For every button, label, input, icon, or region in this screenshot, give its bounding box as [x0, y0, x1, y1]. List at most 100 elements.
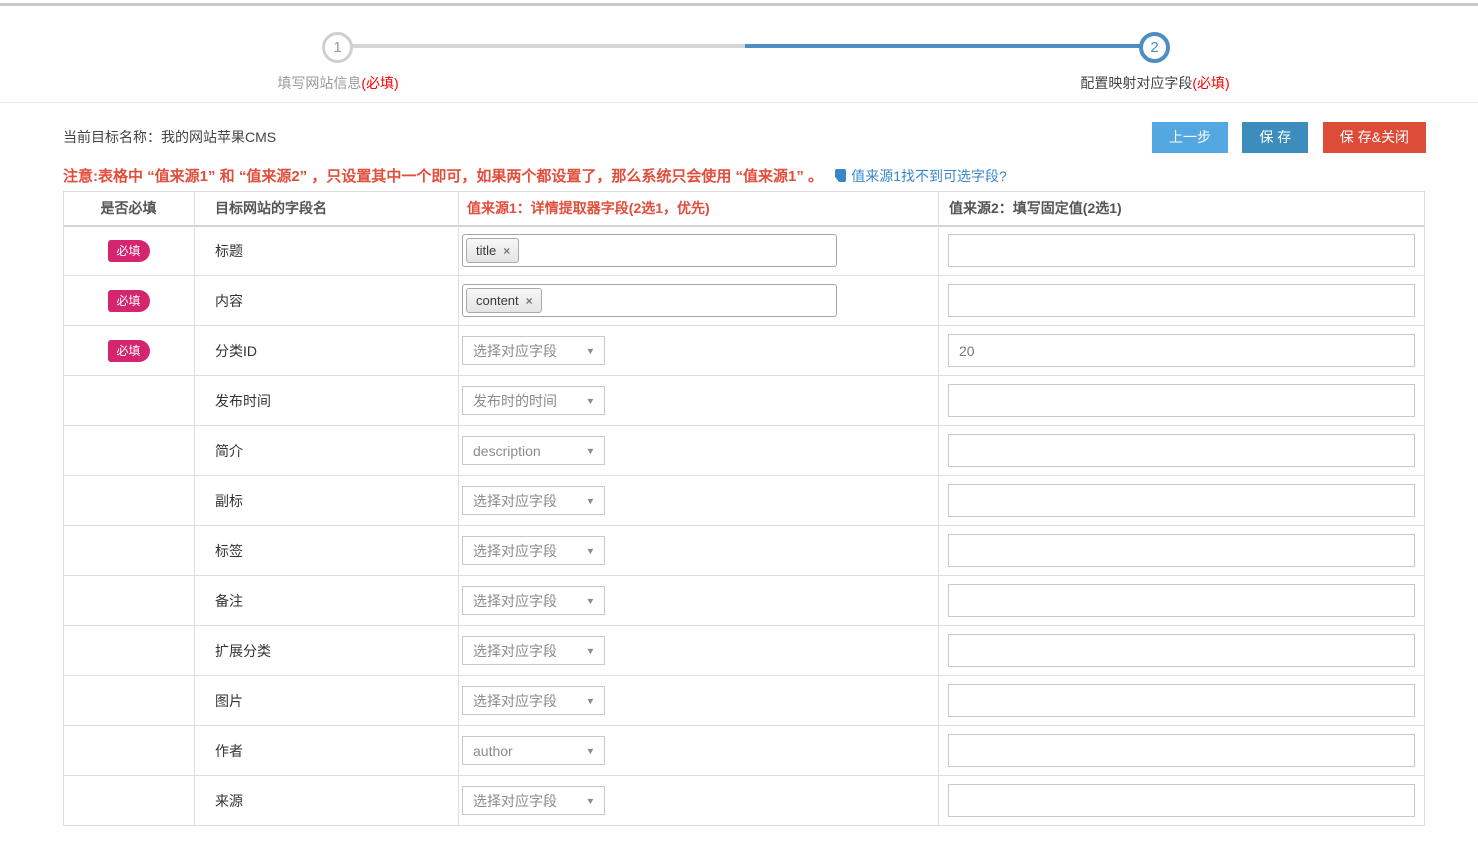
source1-select-value: 选择对应字段	[473, 491, 557, 511]
action-bar: 当前目标名称：我的网站苹果CMS 上一步 保 存 保 存&关闭	[63, 121, 1426, 153]
step-1-required: (必填)	[361, 75, 398, 91]
step-1-text: 填写网站信息	[277, 75, 361, 91]
source1-cell: description▼	[459, 426, 939, 476]
source2-input[interactable]	[948, 284, 1415, 317]
doc-icon	[835, 169, 846, 182]
tag-chip: content×	[466, 288, 542, 313]
source2-cell	[939, 226, 1425, 276]
table-row: 发布时间发布时的时间▼	[64, 376, 1425, 426]
source1-select[interactable]: 选择对应字段▼	[462, 786, 605, 815]
source1-select[interactable]: 选择对应字段▼	[462, 536, 605, 565]
source2-input[interactable]	[948, 734, 1415, 767]
source1-cell: 选择对应字段 ▼	[459, 576, 939, 626]
source1-select[interactable]: description▼	[462, 436, 605, 465]
source2-cell	[939, 376, 1425, 426]
dropdown-arrow-icon: ▼	[586, 396, 596, 406]
field-name: 作者	[215, 743, 243, 759]
source2-input[interactable]	[948, 234, 1415, 267]
field-name: 图片	[215, 693, 243, 709]
field-name: 简介	[215, 443, 243, 459]
source1-select[interactable]: 发布时的时间▼	[462, 386, 605, 415]
field-name: 标签	[215, 543, 243, 559]
source2-input[interactable]	[948, 634, 1415, 667]
wizard-stepper: 1 2 填写网站信息(必填) 配置映射对应字段(必填)	[0, 6, 1478, 103]
field-name: 来源	[215, 793, 243, 809]
source2-cell	[939, 626, 1425, 676]
source1-select[interactable]: 选择对应字段▼	[462, 636, 605, 665]
dropdown-arrow-icon: ▼	[586, 596, 596, 606]
source1-cell: content×	[459, 276, 939, 326]
source1-select-value: 选择对应字段	[473, 341, 557, 361]
table-row: 简介 description▼	[64, 426, 1425, 476]
source2-input[interactable]	[948, 484, 1415, 517]
required-cell	[64, 776, 195, 826]
source2-cell	[939, 526, 1425, 576]
required-badge: 必填	[108, 240, 149, 262]
source2-input[interactable]	[948, 534, 1415, 567]
required-cell: 必填	[64, 326, 195, 376]
source1-cell: title×	[459, 226, 939, 276]
source1-cell: author▼	[459, 726, 939, 776]
save-and-close-button[interactable]: 保 存&关闭	[1323, 122, 1426, 153]
source2-input[interactable]	[948, 334, 1415, 367]
source2-input[interactable]	[948, 784, 1415, 817]
header-source2: 值来源2：填写固定值(2选1)	[939, 192, 1425, 226]
dropdown-arrow-icon: ▼	[586, 696, 596, 706]
source2-cell	[939, 726, 1425, 776]
step-2-text: 配置映射对应字段	[1080, 75, 1192, 91]
remove-tag-icon[interactable]: ×	[503, 244, 510, 258]
table-row: 扩展分类选择对应字段▼	[64, 626, 1425, 676]
step-1-circle[interactable]: 1	[322, 32, 353, 63]
source1-cell: 选择对应字段▼	[459, 776, 939, 826]
dropdown-arrow-icon: ▼	[586, 346, 596, 356]
stepper-progress	[745, 44, 1141, 48]
dropdown-arrow-icon: ▼	[586, 446, 596, 456]
remove-tag-icon[interactable]: ×	[526, 294, 533, 308]
required-cell	[64, 476, 195, 526]
source2-cell	[939, 276, 1425, 326]
source1-cell: 选择对应字段 ▼	[459, 326, 939, 376]
required-cell: 必填	[64, 226, 195, 276]
field-name-cell: 分类ID	[195, 326, 459, 376]
source1-select[interactable]: 选择对应字段▼	[462, 486, 605, 515]
source2-cell	[939, 476, 1425, 526]
source1-tags-input[interactable]: title×	[462, 234, 837, 267]
step-2-label: 配置映射对应字段(必填)	[995, 73, 1315, 93]
target-value: 我的网站苹果CMS	[161, 129, 276, 145]
source2-cell	[939, 326, 1425, 376]
step-2-required: (必填)	[1192, 75, 1229, 91]
source2-cell	[939, 576, 1425, 626]
field-name: 内容	[215, 293, 243, 309]
current-target-name: 当前目标名称：我的网站苹果CMS	[63, 127, 276, 147]
source1-select[interactable]: author▼	[462, 736, 605, 765]
required-cell: 必填	[64, 276, 195, 326]
header-field-name: 目标网站的字段名	[195, 192, 459, 226]
source1-cell: 发布时的时间▼	[459, 376, 939, 426]
prev-step-button[interactable]: 上一步	[1152, 122, 1228, 153]
source1-select[interactable]: 选择对应字段▼	[462, 686, 605, 715]
source2-input[interactable]	[948, 584, 1415, 617]
help-link[interactable]: 值来源1找不到可选字段?	[835, 168, 1007, 184]
required-cell	[64, 526, 195, 576]
field-name-cell: 内容	[195, 276, 459, 326]
field-name-cell: 备注	[195, 576, 459, 626]
source2-input[interactable]	[948, 684, 1415, 717]
save-button[interactable]: 保 存	[1242, 122, 1308, 153]
required-cell	[64, 376, 195, 426]
source1-tags-input[interactable]: content×	[462, 284, 837, 317]
source2-input[interactable]	[948, 384, 1415, 417]
table-row: 标签 选择对应字段▼	[64, 526, 1425, 576]
field-name-cell: 来源	[195, 776, 459, 826]
tag-chip: title×	[466, 238, 519, 263]
required-cell	[64, 426, 195, 476]
source1-select-value: 选择对应字段	[473, 591, 557, 611]
source2-input[interactable]	[948, 434, 1415, 467]
source1-select[interactable]: 选择对应字段 ▼	[462, 336, 605, 365]
field-name-cell: 扩展分类	[195, 626, 459, 676]
required-cell	[64, 676, 195, 726]
step-2-circle[interactable]: 2	[1139, 32, 1170, 63]
source1-select[interactable]: 选择对应字段 ▼	[462, 586, 605, 615]
source2-cell	[939, 776, 1425, 826]
source1-select-value: 选择对应字段	[473, 641, 557, 661]
field-name: 副标	[215, 493, 243, 509]
